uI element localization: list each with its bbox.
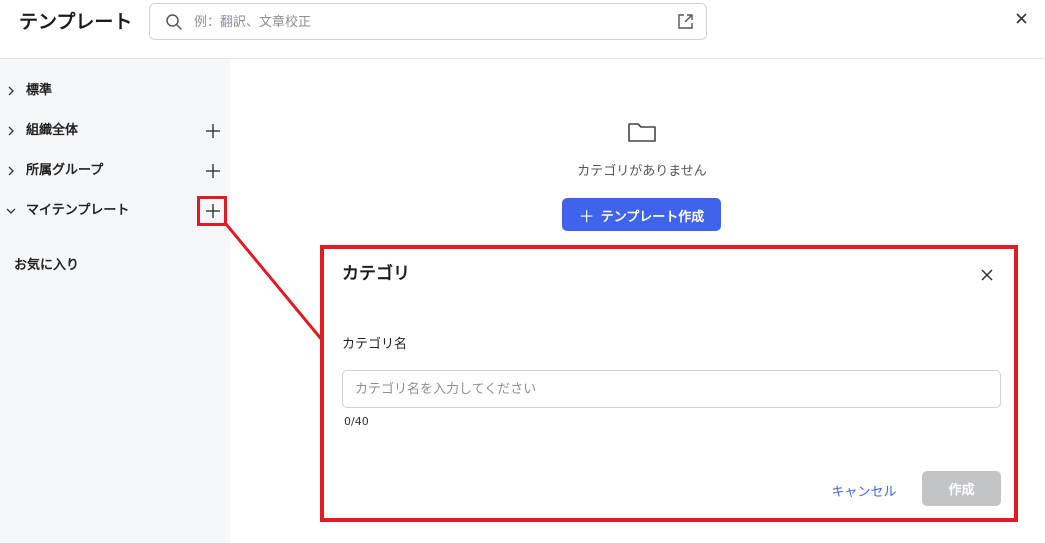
dialog-title: カテゴリ [342, 264, 410, 284]
add-icon[interactable] [205, 163, 221, 179]
sidebar-favorites[interactable]: お気に入り [14, 257, 79, 275]
sidebar-item-my-templates[interactable]: マイテンプレート [0, 195, 230, 227]
sidebar-item-label: 組織全体 [26, 123, 79, 138]
chevron-down-icon [6, 208, 16, 214]
chevron-right-icon [8, 166, 14, 176]
category-name-input[interactable] [342, 370, 1001, 408]
add-icon[interactable] [205, 123, 221, 139]
plus-icon: ＋ [578, 206, 595, 226]
sidebar-item-label: 標準 [26, 83, 53, 98]
empty-state-message: カテゴリがありません [577, 164, 707, 179]
character-counter: 0/40 [344, 415, 369, 428]
open-external-icon[interactable] [677, 13, 694, 30]
close-icon[interactable] [1013, 10, 1031, 28]
highlight-box-add-button [197, 196, 227, 226]
search-input[interactable] [194, 10, 664, 34]
header: テンプレート [0, 0, 1045, 59]
sidebar-item-organization[interactable]: 組織全体 [0, 115, 230, 147]
category-name-label: カテゴリ名 [342, 337, 408, 352]
create-template-button[interactable]: ＋ テンプレート作成 [562, 198, 721, 231]
sidebar-item-standard[interactable]: 標準 [0, 75, 230, 107]
create-template-label: テンプレート作成 [600, 209, 705, 225]
create-button[interactable]: 作成 [922, 471, 1001, 506]
sidebar-item-label: マイテンプレート [26, 203, 130, 218]
search-box[interactable] [149, 3, 707, 40]
cancel-button[interactable]: キャンセル [816, 475, 912, 505]
close-icon[interactable] [980, 268, 994, 282]
sidebar-item-label: 所属グループ [26, 163, 104, 178]
sidebar: 標準 組織全体 所属グループ マイテンプレート お気に入り [0, 59, 230, 543]
category-dialog: カテゴリ カテゴリ名 0/40 キャンセル 作成 [320, 245, 1018, 522]
chevron-right-icon [8, 126, 14, 136]
folder-icon [628, 123, 656, 142]
search-icon [166, 14, 182, 30]
sidebar-item-group[interactable]: 所属グループ [0, 155, 230, 187]
chevron-right-icon [8, 86, 14, 96]
page-title: テンプレート [19, 11, 133, 33]
